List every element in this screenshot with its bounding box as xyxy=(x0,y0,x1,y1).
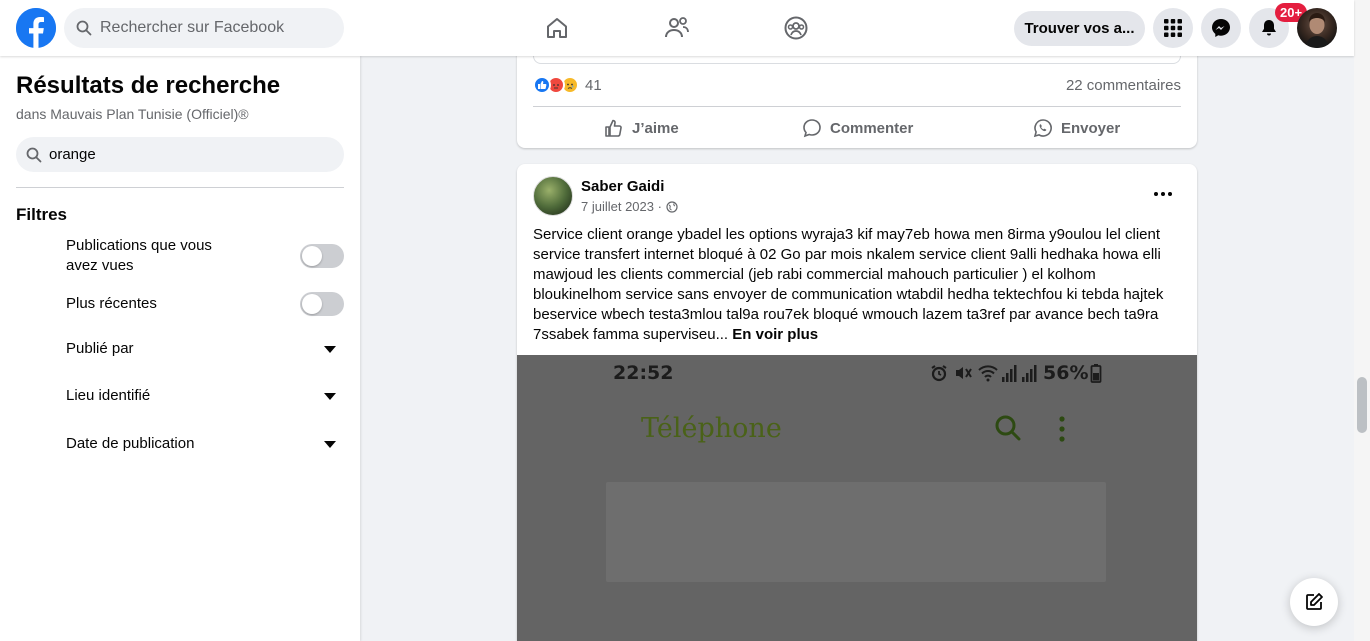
recent-posts-toggle[interactable] xyxy=(300,292,344,316)
whatsapp-icon xyxy=(1033,119,1052,138)
more-vertical-icon xyxy=(1059,416,1065,442)
filter-label: Publié par xyxy=(66,340,134,357)
grid-menu-icon xyxy=(1164,19,1182,37)
battery-icon xyxy=(1091,364,1102,383)
profile-avatar[interactable] xyxy=(1297,8,1337,48)
mute-icon xyxy=(956,367,972,379)
comment-button[interactable]: Commenter xyxy=(802,116,913,140)
dropdown-caret-icon xyxy=(324,440,336,448)
post-card: 41 22 commentaires J’aime Commenter Envo… xyxy=(517,40,1197,148)
group-search-box[interactable] xyxy=(16,137,344,172)
post-date[interactable]: 7 juillet 2023 · xyxy=(581,199,678,214)
friends-nav-button[interactable] xyxy=(621,8,733,48)
post-date-text: 7 juillet 2023 · xyxy=(581,199,662,214)
globe-icon xyxy=(666,200,678,213)
post-author[interactable]: Saber Gaidi xyxy=(581,178,664,195)
reactions-summary[interactable]: 41 xyxy=(533,76,602,94)
home-icon xyxy=(547,18,567,38)
top-bar: Trouver vos a... 20+ xyxy=(0,0,1354,56)
groups-nav-button[interactable] xyxy=(740,8,852,48)
share-button[interactable]: Envoyer xyxy=(1033,116,1120,140)
filter-recent-posts[interactable]: Plus récentes xyxy=(66,292,344,316)
filter-seen-posts[interactable]: Publications que vous avez vues xyxy=(66,236,344,276)
signal-icon xyxy=(1022,365,1037,382)
author-avatar[interactable] xyxy=(533,176,573,216)
dropdown-caret-icon xyxy=(324,345,336,353)
filter-date-posted[interactable]: Date de publication xyxy=(66,434,344,454)
reaction-count[interactable]: 41 xyxy=(585,77,602,94)
like-label: J’aime xyxy=(632,119,679,137)
screenshot-battery-level: 56% xyxy=(1043,362,1089,384)
filters-heading: Filtres xyxy=(16,205,68,224)
search-scope: dans Mauvais Plan Tunisie (Officiel)® xyxy=(16,106,249,122)
filter-label: Date de publication xyxy=(66,435,195,452)
find-friends-button[interactable]: Trouver vos a... xyxy=(1014,11,1145,46)
facebook-search-input[interactable] xyxy=(100,19,320,37)
messenger-icon xyxy=(1212,19,1230,37)
screenshot-app-title: Téléphone xyxy=(641,413,782,444)
search-icon xyxy=(76,20,92,36)
comments-count[interactable]: 22 commentaires xyxy=(1066,77,1181,94)
divider xyxy=(16,187,344,188)
scrollbar-track[interactable] xyxy=(1354,0,1370,641)
bell-icon xyxy=(1262,20,1276,36)
share-label: Envoyer xyxy=(1061,119,1121,137)
new-message-button[interactable] xyxy=(1290,578,1338,626)
post-text: Service client orange ybadel les options… xyxy=(533,225,1173,345)
see-more-link[interactable]: En voir plus xyxy=(732,326,818,343)
thumbs-up-icon xyxy=(605,119,622,137)
scrollbar-thumb[interactable] xyxy=(1357,377,1367,433)
divider xyxy=(533,106,1181,107)
messenger-button[interactable] xyxy=(1201,8,1241,48)
filter-label: Publications que vous avez vues xyxy=(66,237,212,274)
page-title: Résultats de recherche xyxy=(16,72,281,99)
filter-label: Plus récentes xyxy=(66,295,157,312)
like-reaction-icon xyxy=(533,76,551,94)
facebook-logo-icon[interactable] xyxy=(16,8,56,48)
comment-label: Commenter xyxy=(830,119,914,137)
filter-tagged-location[interactable]: Lieu identifié xyxy=(66,386,344,406)
more-horizontal-icon xyxy=(1154,192,1172,196)
like-button[interactable]: J’aime xyxy=(604,116,679,140)
group-search-input[interactable] xyxy=(49,146,329,163)
facebook-search-box[interactable] xyxy=(64,8,344,48)
compose-icon xyxy=(1306,593,1323,610)
signal-icon xyxy=(1002,365,1017,382)
home-nav-button[interactable] xyxy=(501,8,613,48)
search-icon xyxy=(26,147,42,162)
filter-label: Lieu identifié xyxy=(66,387,151,404)
comment-icon xyxy=(803,119,821,138)
screenshot-content-box xyxy=(606,482,1106,582)
groups-icon xyxy=(784,16,808,40)
profile-photo-icon xyxy=(1305,13,1329,48)
search-icon xyxy=(995,415,1021,441)
seen-posts-toggle[interactable] xyxy=(300,244,344,268)
alarm-icon xyxy=(931,365,947,382)
screenshot-status-bar: 56% xyxy=(929,362,1102,384)
screenshot-time: 22:52 xyxy=(613,362,674,384)
post-body: Service client orange ybadel les options… xyxy=(533,226,1164,343)
dropdown-caret-icon xyxy=(324,392,336,400)
wifi-icon xyxy=(978,365,998,382)
filter-posted-by[interactable]: Publié par xyxy=(66,339,344,359)
search-results-sidebar: Résultats de recherche dans Mauvais Plan… xyxy=(0,56,360,641)
menu-button[interactable] xyxy=(1153,8,1193,48)
post-card: Saber Gaidi 7 juillet 2023 · Service cli… xyxy=(517,164,1197,641)
post-image[interactable]: 22:52 56% Téléphone xyxy=(517,355,1197,641)
friends-icon xyxy=(665,17,689,38)
post-options-button[interactable] xyxy=(1145,182,1181,206)
